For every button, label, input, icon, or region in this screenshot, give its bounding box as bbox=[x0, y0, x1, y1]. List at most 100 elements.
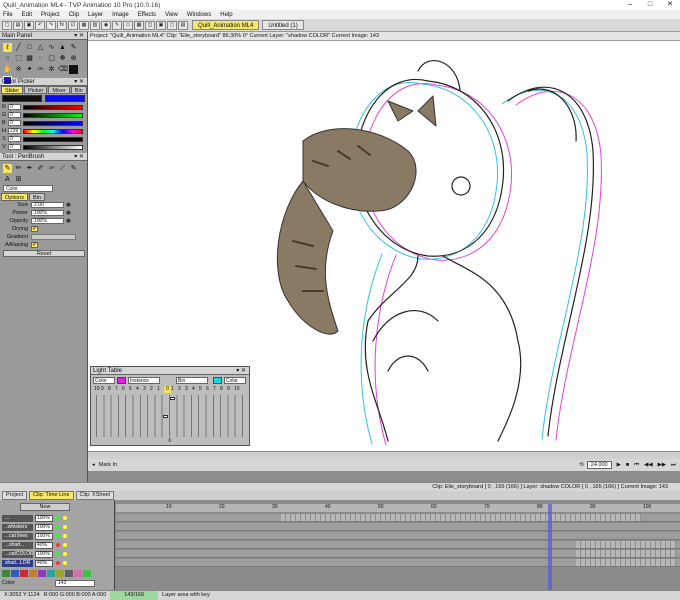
brush-tool-icon[interactable]: ℓ bbox=[3, 43, 12, 52]
track-row[interactable] bbox=[116, 523, 680, 531]
fps-field[interactable]: 24.000 bbox=[586, 461, 612, 469]
zigzag-tool-icon[interactable]: ∿ bbox=[47, 43, 56, 52]
lock-dot[interactable] bbox=[63, 552, 67, 556]
color-tag[interactable] bbox=[74, 570, 82, 577]
select-tool-icon[interactable]: ⬚ bbox=[14, 54, 23, 63]
menu-project[interactable]: Project bbox=[41, 12, 60, 18]
menu-file[interactable]: File bbox=[3, 12, 13, 18]
lt-bin-select[interactable]: Bin bbox=[176, 377, 208, 384]
color-tag[interactable] bbox=[2, 570, 10, 577]
eye-icon[interactable]: ◉ bbox=[66, 210, 71, 216]
grid-tool-icon[interactable]: ▦ bbox=[25, 54, 34, 63]
triangle-tool-icon[interactable]: △ bbox=[36, 43, 45, 52]
layer-row[interactable]: ...catCOLOR 100% bbox=[2, 550, 114, 558]
color-tag[interactable] bbox=[29, 570, 37, 577]
tab-clip-xsheet[interactable]: Clip: XSheet bbox=[75, 491, 115, 500]
color-tag[interactable] bbox=[83, 570, 91, 577]
slider-s-bar[interactable] bbox=[23, 136, 83, 142]
color-tag[interactable] bbox=[65, 570, 73, 577]
slider-g-bar[interactable] bbox=[23, 112, 83, 118]
menu-view[interactable]: View bbox=[165, 12, 178, 18]
drying-checkbox[interactable]: ✓ bbox=[31, 226, 38, 232]
lt-magenta-swatch[interactable] bbox=[117, 377, 126, 384]
hand-tool-icon[interactable]: ✋ bbox=[3, 65, 12, 74]
gradient-field[interactable] bbox=[31, 234, 76, 240]
menu-layer[interactable]: Layer bbox=[88, 12, 103, 18]
track-row[interactable] bbox=[116, 532, 680, 540]
lock-dot[interactable] bbox=[63, 525, 67, 529]
alt-color-box[interactable] bbox=[45, 95, 85, 102]
track-row[interactable] bbox=[116, 550, 680, 558]
close-icon[interactable]: ✕ bbox=[660, 0, 680, 10]
slider-r-bar[interactable] bbox=[23, 104, 83, 110]
visibility-dot[interactable] bbox=[56, 516, 60, 520]
panel-menu-icon[interactable]: ▾ ✕ bbox=[74, 32, 84, 39]
lt-color-select[interactable]: Color bbox=[93, 377, 115, 384]
frame-field[interactable]: 143 bbox=[55, 580, 95, 587]
lock-dot[interactable] bbox=[63, 543, 67, 547]
tab-slider[interactable]: Slider bbox=[1, 86, 24, 94]
lock-dot[interactable] bbox=[63, 561, 67, 565]
visibility-dot[interactable] bbox=[56, 552, 60, 556]
box-tool-icon[interactable]: ▢ bbox=[47, 54, 56, 63]
layer-row[interactable]: ... 100% bbox=[2, 514, 114, 522]
wand-tool-icon[interactable]: ✦ bbox=[25, 65, 34, 74]
lock-dot[interactable] bbox=[63, 516, 67, 520]
doc-tab-active[interactable]: Quill_Animation ML4 bbox=[192, 20, 260, 30]
tab-options[interactable]: Options bbox=[1, 193, 28, 201]
tab-project[interactable]: Project bbox=[2, 491, 28, 500]
track-row[interactable] bbox=[116, 559, 680, 567]
knife-icon[interactable]: ⟋ bbox=[58, 164, 67, 173]
last-frame-icon[interactable]: ⏭ bbox=[671, 462, 676, 469]
mark-in-label[interactable]: Mark In bbox=[99, 462, 117, 468]
eye-icon[interactable]: ◉ bbox=[66, 202, 71, 208]
tab-mixer[interactable]: Mixer bbox=[48, 86, 70, 94]
lt-slider-knob[interactable] bbox=[163, 415, 168, 418]
layout-icon[interactable]: ▥ bbox=[90, 20, 100, 30]
visibility-dot[interactable] bbox=[56, 543, 60, 547]
doc-tab-untitled[interactable]: Untitled (1) bbox=[262, 20, 304, 30]
stop-icon[interactable]: ■ bbox=[626, 462, 629, 468]
pen-tool-icon[interactable]: ✎ bbox=[69, 43, 78, 52]
open-icon[interactable]: ▤ bbox=[13, 20, 23, 30]
panel-icon[interactable]: ▣ bbox=[156, 20, 166, 30]
undo-icon[interactable]: ↶ bbox=[35, 20, 45, 30]
primary-color-swatch[interactable] bbox=[69, 65, 78, 74]
window-icon[interactable]: ▢ bbox=[167, 20, 177, 30]
aaliasing-checkbox[interactable]: ✓ bbox=[31, 242, 38, 248]
airbrush-icon[interactable]: ✒ bbox=[25, 164, 34, 173]
rect-tool-icon[interactable]: □ bbox=[25, 43, 34, 52]
menu-clip[interactable]: Clip bbox=[69, 12, 79, 18]
mark-in-arrow-icon[interactable]: ◂ bbox=[92, 462, 95, 468]
menu-windows[interactable]: Windows bbox=[187, 12, 211, 18]
frame-ruler[interactable]: 10 20 30 40 50 60 70 80 90 100 bbox=[116, 504, 680, 512]
ellipse-tool-icon[interactable]: ○ bbox=[3, 54, 12, 63]
frame-icon[interactable]: ▭ bbox=[123, 20, 133, 30]
lock-dot[interactable] bbox=[63, 534, 67, 538]
next-frame-icon[interactable]: ▶▶ bbox=[658, 462, 666, 468]
track-row[interactable] bbox=[116, 541, 680, 549]
maximize-icon[interactable]: □ bbox=[640, 0, 660, 10]
fx-icon[interactable]: fx bbox=[57, 20, 67, 30]
lt-cyan-swatch[interactable] bbox=[213, 377, 222, 384]
table-icon[interactable]: ▦ bbox=[134, 20, 144, 30]
playhead[interactable] bbox=[548, 504, 552, 590]
lt-instance-select[interactable]: Instance bbox=[128, 377, 160, 384]
tool-panel-menu-icon[interactable]: ▾ ✕ bbox=[74, 153, 84, 160]
track-row[interactable] bbox=[116, 514, 680, 522]
first-frame-icon[interactable]: ⏮ bbox=[634, 462, 639, 469]
color-tag[interactable] bbox=[20, 570, 28, 577]
settings-icon[interactable]: ✲ bbox=[47, 65, 56, 74]
lock-icon[interactable]: ⊡ bbox=[68, 20, 78, 30]
color-tag[interactable] bbox=[11, 570, 19, 577]
visibility-dot[interactable] bbox=[56, 525, 60, 529]
move-tool-icon[interactable]: ✥ bbox=[58, 54, 67, 63]
color-tag[interactable] bbox=[47, 570, 55, 577]
lt-sliders[interactable] bbox=[96, 395, 248, 437]
pin-icon[interactable]: ✎ bbox=[112, 20, 122, 30]
slider-b-bar[interactable] bbox=[23, 120, 83, 126]
lt-slider-knob[interactable] bbox=[170, 397, 175, 400]
new-layer-button[interactable]: New bbox=[20, 503, 70, 511]
warp-tool-icon[interactable]: ※ bbox=[14, 65, 23, 74]
tool-mode-select[interactable]: Color bbox=[0, 185, 87, 193]
